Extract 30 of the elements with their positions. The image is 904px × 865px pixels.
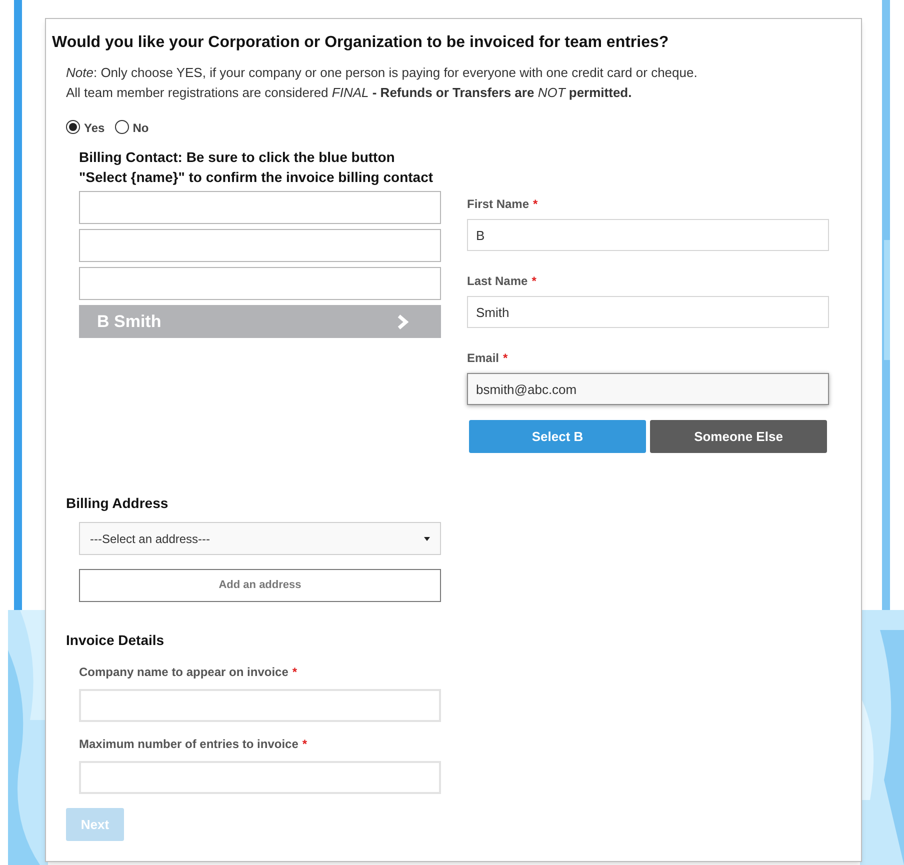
section-title: Invoice Details <box>65 631 166 650</box>
question-title: Would you like your Corporation or Organization to be invoiced for team entries? <box>52 33 670 53</box>
instruction-text: "Select {name}" to confirm the invoice billing contact <box>79 168 434 187</box>
instruction-text: Billing Contact: Be sure to click the blue button <box>79 148 396 167</box>
note-text: Note: Only choose YES, if your company or one person is paying for everyone with one credit card or cheque. <box>66 64 698 82</box>
section-title: Billing Address <box>65 494 170 513</box>
field-label: Email <box>467 350 500 367</box>
text-field[interactable]: bsmith@abc.com <box>467 373 829 405</box>
required-asterisk: * <box>302 736 308 753</box>
required-asterisk: * <box>532 273 536 290</box>
address-select[interactable]: ---Select an address--- <box>79 522 441 555</box>
warning-text: All team member registrations are considered FINAL - Refunds or Transfers are NOT permitted. <box>66 84 633 102</box>
someone-else-button[interactable]: Someone Else <box>650 420 827 453</box>
chevron-right-icon <box>397 314 409 330</box>
text-field[interactable]: Smith <box>467 296 829 328</box>
text-field[interactable]: B <box>467 219 829 251</box>
radio-circle[interactable] <box>66 120 80 134</box>
add-address-button[interactable]: Add an address <box>79 569 441 602</box>
field-label: Company name to appear on invoice <box>79 664 288 681</box>
required-asterisk: * <box>292 664 298 681</box>
required-asterisk: * <box>503 350 508 367</box>
field-label: First Name <box>467 196 530 213</box>
radio-option[interactable]: Yes <box>66 117 105 137</box>
text-field[interactable] <box>79 761 441 794</box>
radio-option[interactable]: No <box>114 117 149 137</box>
field-label: Last Name <box>467 273 528 290</box>
field-label: Maximum number of entries to invoice <box>79 736 298 753</box>
required-asterisk: * <box>533 196 538 213</box>
text-field[interactable] <box>79 689 441 722</box>
dropdown-caret-icon <box>424 536 430 540</box>
